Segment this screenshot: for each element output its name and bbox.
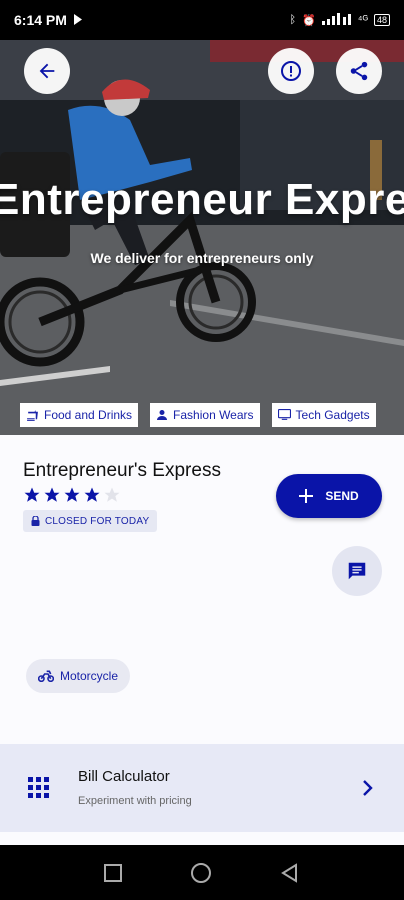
back-button[interactable] [24,48,70,94]
signal-icon [321,12,352,28]
alarm-icon: ⏰ [302,14,316,27]
status-text: CLOSED FOR TODAY [45,515,150,527]
send-label: SEND [325,489,359,503]
network-type-icon: ⁴ᴳ [357,14,368,26]
play-store-icon [73,12,83,28]
alert-circle-icon [281,61,301,81]
hero-photo [0,40,404,435]
category-label: Fashion Wears [173,408,254,422]
star-filled-icon [24,487,40,502]
vehicle-label: Motorcycle [60,669,119,683]
home-button[interactable] [190,862,212,884]
share-button[interactable] [336,48,382,94]
lock-icon [31,516,40,526]
person-icon [157,410,168,420]
chat-button[interactable] [332,546,382,596]
share-icon [350,61,368,81]
bluetooth-icon: ᛒ [289,14,297,26]
hero-title: Entrepreneur Express [0,175,404,224]
star-empty-icon [104,487,120,502]
bill-calculator-card[interactable] [0,744,404,832]
rating-stars [23,486,121,504]
status-bar: 6:14 PM ᛒ ⏰ ⁴ᴳ 48 [0,0,404,40]
hero-subtitle: We deliver for entrepreneurs only [90,250,314,266]
bill-calculator-subtitle: Experiment with pricing [78,795,192,807]
category-label: Tech Gadgets [295,408,370,422]
chevron-right-icon [363,780,373,796]
motorcycle-icon [38,670,54,682]
info-button[interactable] [268,48,314,94]
system-nav-bar [0,846,404,900]
status-time: 6:14 PM [14,12,67,28]
monitor-icon [277,409,291,420]
send-button[interactable]: SEND [276,474,382,518]
apps-grid-icon [28,777,49,798]
recents-button[interactable] [104,864,122,882]
vehicle-chip[interactable]: Motorcycle [26,659,131,693]
bill-calculator-title: Bill Calculator [78,768,170,785]
arrow-left-icon [39,63,55,79]
shop-name: Entrepreneur's Express [23,460,221,481]
category-chips: Food and Drinks Fashion Wears Tech Gadge… [20,403,376,427]
category-chip-tech[interactable]: Tech Gadgets [271,403,376,427]
battery-icon: 48 [373,14,390,26]
food-icon [27,409,38,421]
back-nav-button[interactable] [280,863,300,883]
plus-icon [299,489,314,503]
status-badge: CLOSED FOR TODAY [23,510,158,532]
category-chip-fashion[interactable]: Fashion Wears [150,403,260,427]
star-filled-icon [64,487,80,502]
hero-banner: Entrepreneur Express We deliver for entr… [0,40,404,435]
star-filled-icon [84,487,100,502]
category-label: Food and Drinks [44,408,133,422]
category-chip-food[interactable]: Food and Drinks [20,403,139,427]
message-icon [348,562,366,580]
star-filled-icon [44,487,60,502]
